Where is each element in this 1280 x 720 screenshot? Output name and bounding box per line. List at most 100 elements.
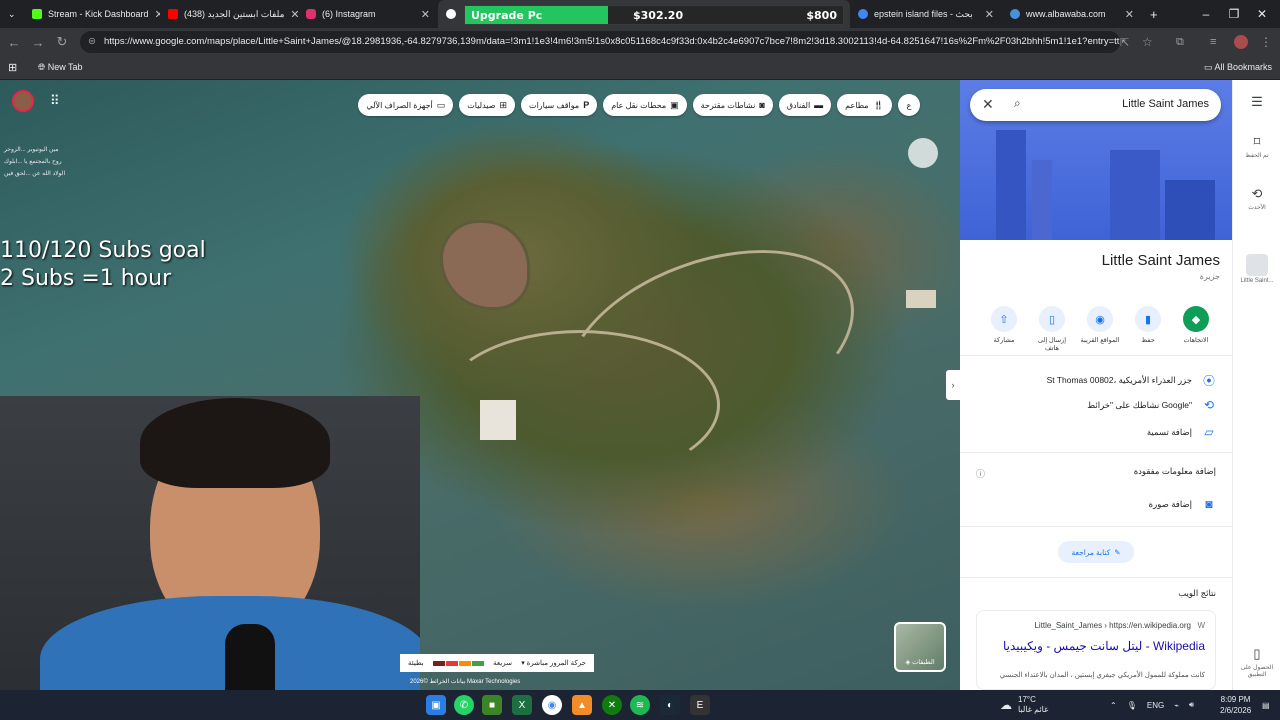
reload-icon[interactable]: ↻ [50,34,74,50]
rail-get-app[interactable]: ▯ الحصول على التطبيق [1233,646,1280,678]
close-window-icon[interactable]: ✕ [1248,7,1276,21]
spotify-icon[interactable]: ≋ [630,695,650,715]
chip-pharmacies[interactable]: صيدليات ⊞ [459,94,516,116]
pharmacy-icon: ⊞ [499,99,508,110]
close-icon[interactable]: ✕ [149,8,160,21]
more-menu-icon[interactable]: ⋮ [1260,35,1272,49]
activity-row[interactable]: نشاطك على "خرائط Google" ⟲ [1087,398,1216,412]
site-info-icon[interactable]: ⊜ [88,31,96,53]
bookmark-icon: ⌑ [1253,134,1261,149]
more-filters-button[interactable]: ع [898,94,920,116]
all-bookmarks[interactable]: ▭ All Bookmarks [1204,62,1272,73]
write-review-button[interactable]: كتابة مراجعة ✎ [1058,541,1134,563]
send-to-phone-button[interactable]: ▯ إرسال إلى هاتف [1032,306,1072,352]
volume-icon[interactable]: 🔊︎ [1189,700,1194,710]
bed-icon: ▬ [814,100,824,110]
rail-saved[interactable]: ⌑ تم الحفظ [1233,134,1280,159]
clear-search-icon[interactable]: ✕ [982,96,994,113]
minimize-icon[interactable]: – [1192,7,1220,21]
layers-button[interactable]: ◈ الطبقات [894,622,946,672]
taskbar-app-icon[interactable]: ▣ [426,695,446,715]
all-bookmarks-label: All Bookmarks [1214,62,1273,72]
globe-icon: 🌐︎ [38,62,48,72]
new-tab-button[interactable]: + [1142,0,1166,28]
minecraft-icon[interactable]: ■ [482,695,502,715]
star-icon[interactable]: ☆ [1142,35,1153,49]
compass-icon[interactable] [908,138,938,168]
chrome-icon[interactable]: ◉ [542,695,562,715]
extensions-icon[interactable]: ⧉ [1176,36,1184,49]
add-photo-text: إضافة صورة [1148,498,1192,509]
traffic-dropdown[interactable]: ▾ حركة المرور مباشرة [521,659,586,667]
missing-info-text: إضافة معلومات مفقودة [1133,466,1216,476]
profile-avatar[interactable] [1234,35,1248,49]
chip-things-to-do[interactable]: نشاطات مقترحة ◙ [692,94,773,116]
address-row[interactable]: St Thomas 00802، جزر العذراء الأمريكية ⦿ [1047,372,1216,389]
tab-instagram[interactable]: (6) Instagram ✕ [298,0,438,28]
chip-hotels[interactable]: الفنادق ▬ [778,94,832,116]
maximize-icon[interactable]: ❐ [1220,7,1248,21]
network-icon[interactable]: ⌁ [1174,701,1179,710]
notification-icon[interactable]: ▤ [1262,690,1270,720]
add-label-row[interactable]: إضافة تسمية ▱ [1147,425,1216,439]
tab-youtube[interactable]: (438) ملفات ابستين الجديد ✕ [160,0,298,28]
weather-widget[interactable]: ☁ 17°C غائم غالبا [1000,690,1048,720]
forward-icon[interactable]: → [26,35,50,50]
web-result-card[interactable]: Little_Saint_James › https://en.wikipedi… [976,610,1216,690]
rail-recent-place[interactable]: Little Saint... [1233,254,1280,284]
nearby-button[interactable]: ◉ المواقع القريبة [1080,306,1120,352]
back-icon[interactable]: ← [2,35,26,50]
tab-kick-dashboard[interactable]: Stream - Kick Dashboard ✕ [24,0,160,28]
tab-albawaba[interactable]: www.albawaba.com ✕ [1002,0,1142,28]
language-indicator[interactable]: ENG [1147,701,1164,710]
chip-atms[interactable]: أجهزة الصراف الآلي ▭ [358,94,454,116]
ableton-icon[interactable]: ▲ [572,695,592,715]
chip-restaurants[interactable]: مطاعم 🍴︎ [837,94,892,116]
steam-icon[interactable]: ◐ [660,695,680,715]
url-field[interactable]: ⊜ https://www.google.com/maps/place/Litt… [80,31,1120,53]
web-result-snippet: كانت مملوكة للممول الأمريكي جيفري إبستين… [999,672,1205,679]
search-box[interactable]: ✕ ⌕ Little Saint James [970,89,1221,121]
apps-grid-icon[interactable]: ⠿ [50,93,60,109]
collapse-panel-button[interactable]: › [946,370,960,400]
microphone-icon[interactable]: 🎙︎ [1127,701,1137,710]
rail-recents[interactable]: ⟲ الأحدث [1233,186,1280,211]
whatsapp-icon[interactable]: ✆ [454,695,474,715]
hamburger-menu-icon[interactable]: ☰ [1233,94,1280,110]
web-result-title[interactable]: ليتل سانت جيمس - ويكيبيديا - Wikipedia [1003,639,1205,653]
chip-label: صيدليات [467,100,496,110]
close-icon[interactable]: ✕ [979,8,994,21]
share-icon: ⇧ [991,306,1017,332]
chip-transit[interactable]: محطات نقل عام ▣ [603,94,687,116]
install-icon[interactable]: ⇱ [1120,36,1129,49]
history-icon: ⟲ [1203,398,1215,412]
bookmark-new-tab[interactable]: 🌐︎ New Tab [38,62,83,73]
epic-games-icon[interactable]: E [690,695,710,715]
help-icon[interactable]: ⓘ [976,467,985,480]
tab-search-dropdown[interactable]: ⌄ [0,0,24,28]
tab-google-search[interactable]: epstein island files - بحث ✕ [850,0,1002,28]
search-icon[interactable]: ⌕ [1014,96,1021,111]
clock[interactable]: 8:09 PM 2/6/2026 [1220,690,1251,720]
save-button[interactable]: ▮ حفظ [1128,306,1168,352]
apps-grid-icon[interactable]: ⊞ [8,61,17,74]
windows-taskbar: ▣ ✆ ■ X ◉ ▲ ✕ ≋ ◐ E ☁ 17°C غائم غالبا ⌃ 🎙… [0,690,1280,720]
label-icon: ▱ [1204,425,1214,439]
clock-date: 2/6/2026 [1220,706,1252,715]
add-photo-row[interactable]: إضافة صورة ◙ [1149,497,1216,511]
media-icon[interactable]: ≡ [1210,36,1216,48]
web-result-source: Little_Saint_James › https://en.wikipedi… [1034,621,1191,630]
share-button[interactable]: ⇧ مشاركة [984,306,1024,352]
directions-button[interactable]: ◆ الاتجاهات [1176,306,1216,352]
youtube-icon [168,9,178,19]
close-icon[interactable]: ✕ [1119,8,1134,21]
chip-parking[interactable]: مواقف سيارات P [521,94,598,116]
action-label: الاتجاهات [1183,337,1209,344]
close-icon[interactable]: ✕ [284,8,298,21]
chevron-up-icon[interactable]: ⌃ [1110,701,1117,710]
xbox-icon[interactable]: ✕ [602,695,622,715]
close-icon[interactable]: ✕ [415,8,430,21]
subs-rate-text: 2 Subs =1 hour [0,266,172,291]
missing-info-row[interactable]: إضافة معلومات مفقودة [1134,466,1216,477]
excel-icon[interactable]: X [512,695,532,715]
